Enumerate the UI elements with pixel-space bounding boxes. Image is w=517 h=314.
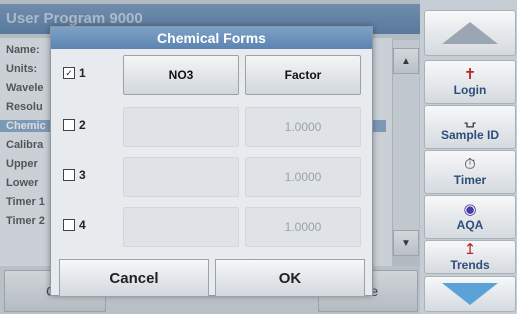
- checkbox-unchecked-icon: [63, 169, 75, 181]
- trends-label: Trends: [450, 258, 490, 272]
- trend-chart-icon: ↥: [463, 241, 477, 258]
- row-number: 1: [79, 66, 86, 80]
- factor-button-4: 1.0000: [245, 207, 361, 247]
- factor-button-2: 1.0000: [245, 107, 361, 147]
- row-number: 4: [79, 218, 86, 232]
- form-row-3: 3 1.0000: [51, 153, 372, 199]
- screen: User Program 9000 Name: Units: Wavele Re…: [0, 0, 517, 314]
- form-row-1: ✓ 1 NO3 Factor: [51, 51, 372, 97]
- sample-id-button[interactable]: ⍽ Sample ID: [424, 105, 516, 149]
- scroll-up-large-button[interactable]: [424, 10, 516, 56]
- timer-label: Timer: [453, 173, 487, 187]
- person-icon: ✝: [463, 66, 477, 83]
- checkbox-unchecked-icon: [63, 219, 75, 231]
- ok-button[interactable]: OK: [215, 259, 365, 297]
- factor-button-3: 1.0000: [245, 157, 361, 197]
- form-button-2: [123, 107, 239, 147]
- chemical-forms-dialog: Chemical Forms ✓ 1 NO3 Factor 2 1.0000 3…: [50, 26, 373, 297]
- scroll-down-large-button[interactable]: [424, 276, 516, 312]
- timer-icon: ⏱: [464, 156, 476, 173]
- row-number: 2: [79, 118, 86, 132]
- checkbox-3[interactable]: 3: [63, 168, 86, 182]
- login-button[interactable]: ✝ Login: [424, 60, 516, 104]
- sample-cup-icon: ⍽: [464, 111, 476, 128]
- arrow-up-icon: [442, 22, 498, 44]
- sample-id-label: Sample ID: [440, 128, 500, 142]
- form-row-4: 4 1.0000: [51, 203, 372, 249]
- timer-button[interactable]: ⏱ Timer: [424, 150, 516, 194]
- row-number: 3: [79, 168, 86, 182]
- aqa-label: AQA: [456, 218, 484, 232]
- factor-button-1[interactable]: Factor: [245, 55, 361, 95]
- checkbox-unchecked-icon: [63, 119, 75, 131]
- checkbox-checked-icon: ✓: [63, 67, 75, 79]
- checkbox-4[interactable]: 4: [63, 218, 86, 232]
- checkbox-1[interactable]: ✓ 1: [63, 66, 86, 80]
- trends-button[interactable]: ↥ Trends: [424, 240, 516, 274]
- form-button-4: [123, 207, 239, 247]
- aqa-button[interactable]: ◉ AQA: [424, 195, 516, 239]
- form-button-1[interactable]: NO3: [123, 55, 239, 95]
- arrow-down-icon: [442, 283, 498, 305]
- aqa-icon: ◉: [463, 201, 477, 218]
- form-button-3: [123, 157, 239, 197]
- cancel-button[interactable]: Cancel: [59, 259, 209, 297]
- dialog-title: Chemical Forms: [51, 27, 372, 49]
- login-label: Login: [453, 83, 487, 97]
- form-row-2: 2 1.0000: [51, 103, 372, 149]
- checkbox-2[interactable]: 2: [63, 118, 86, 132]
